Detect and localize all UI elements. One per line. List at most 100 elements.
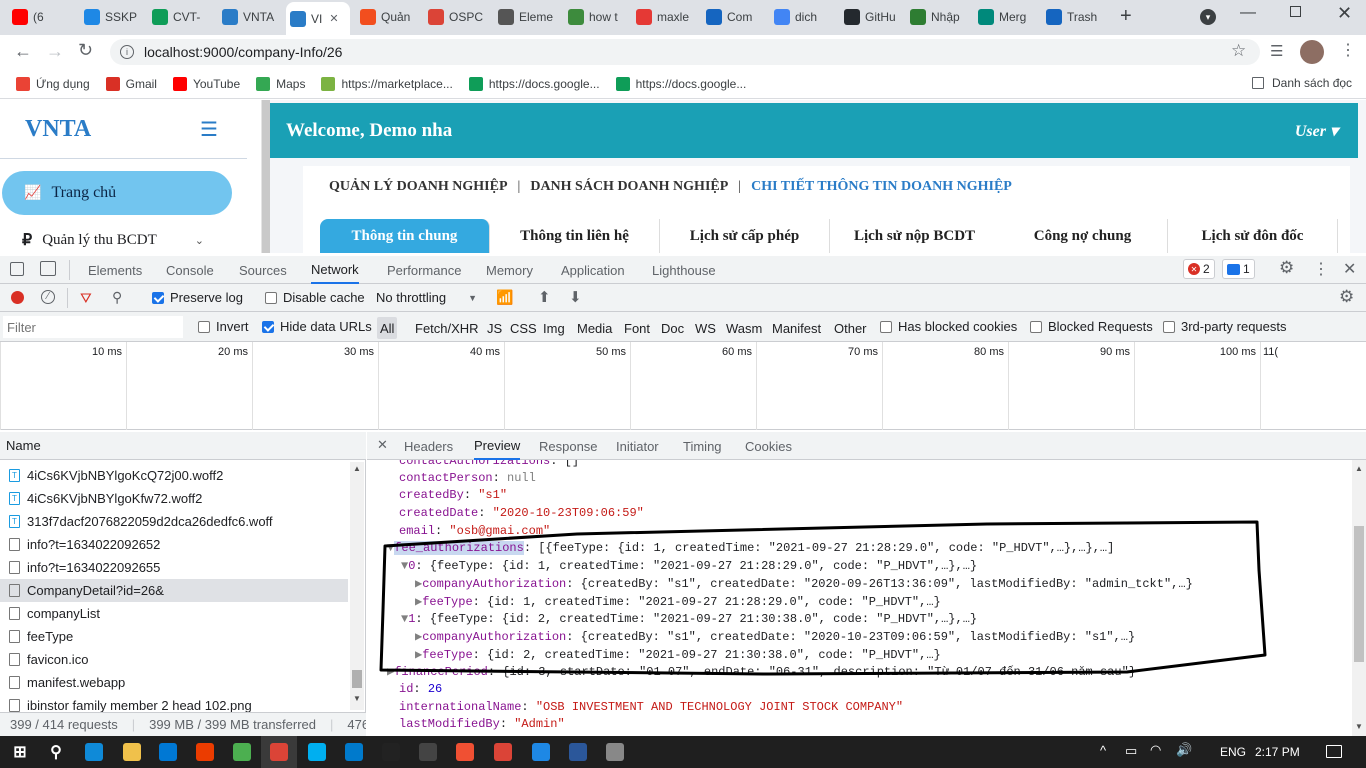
network-tray-icon[interactable]: ▭ xyxy=(1125,743,1137,759)
bookmark-item[interactable]: https://docs.google... xyxy=(461,70,608,98)
chrome-icon[interactable] xyxy=(261,736,297,768)
scroll-up-arrow-icon[interactable]: ▲ xyxy=(1355,464,1363,473)
detail-tab-timing[interactable]: Timing xyxy=(683,432,722,460)
type-filter[interactable]: All xyxy=(377,317,398,339)
scroll-down-arrow-icon[interactable]: ▼ xyxy=(353,694,361,703)
request-row[interactable]: favicon.ico xyxy=(0,648,348,671)
browser-tab[interactable]: GitHu xyxy=(840,6,900,28)
volume-tray-icon[interactable]: 🔊 xyxy=(1176,742,1192,758)
forward-icon[interactable]: → xyxy=(46,41,64,62)
maximize-button[interactable] xyxy=(1290,6,1301,17)
type-filter[interactable]: Wasm xyxy=(723,317,765,339)
address-bar[interactable]: i localhost:9000/company-Info/26 xyxy=(110,39,1260,65)
type-filter[interactable]: Doc xyxy=(658,317,687,339)
bookmark-item[interactable]: YouTube xyxy=(165,70,248,98)
cmd-icon[interactable] xyxy=(410,736,446,768)
has-blocked-cookies-checkbox[interactable]: Has blocked cookies xyxy=(880,319,1017,334)
search-icon[interactable]: ⚲ xyxy=(38,736,74,768)
browser-tab[interactable]: Com xyxy=(702,6,764,28)
devtools-tab-console[interactable]: Console xyxy=(166,256,214,284)
windows-start-icon[interactable]: ⊞ xyxy=(2,736,38,768)
request-row[interactable]: CompanyDetail?id=26& xyxy=(0,579,348,602)
bookmark-star-icon[interactable]: ☆ xyxy=(1231,41,1246,61)
bookmark-item[interactable]: Gmail xyxy=(98,70,165,98)
scroll-down-arrow-icon[interactable]: ▼ xyxy=(1355,722,1363,731)
skype-icon[interactable] xyxy=(299,736,335,768)
git-icon[interactable] xyxy=(447,736,483,768)
inspect-element-icon[interactable] xyxy=(10,262,24,276)
word-icon[interactable] xyxy=(560,736,596,768)
request-row[interactable]: manifest.webapp xyxy=(0,671,348,694)
devtools-tab-elements[interactable]: Elements xyxy=(88,256,142,284)
request-row[interactable]: feeType xyxy=(0,625,348,648)
devtools-tab-lighthouse[interactable]: Lighthouse xyxy=(652,256,716,284)
bookmark-item[interactable]: https://marketplace... xyxy=(313,70,460,98)
wifi-tray-icon[interactable]: ◠ xyxy=(1150,742,1161,758)
close-window-button[interactable]: ✕ xyxy=(1337,3,1352,24)
browser-tab[interactable]: SSKP xyxy=(80,6,142,28)
avatar[interactable] xyxy=(1300,40,1324,64)
detail-tab-headers[interactable]: Headers xyxy=(404,432,453,460)
detail-tab-cookies[interactable]: Cookies xyxy=(745,432,792,460)
throttling-select[interactable]: No throttling ▼ xyxy=(376,290,477,305)
network-conditions-icon[interactable]: 📶 xyxy=(496,289,513,306)
import-har-icon[interactable]: ⬆ xyxy=(538,288,551,306)
type-filter[interactable]: Manifest xyxy=(769,317,824,339)
devtools-tab-sources[interactable]: Sources xyxy=(239,256,287,284)
devtools-menu-icon[interactable]: ⋮ xyxy=(1313,259,1329,279)
hamburger-icon[interactable]: ☰ xyxy=(200,117,218,142)
close-tab-icon[interactable]: ✕ xyxy=(329,12,338,25)
filter-funnel-icon[interactable]: ⛛ xyxy=(80,290,92,307)
type-filter[interactable]: Fetch/XHR xyxy=(412,317,482,339)
vscode-icon[interactable] xyxy=(336,736,372,768)
disable-cache-checkbox[interactable]: Disable cache xyxy=(265,290,365,305)
network-settings-gear-icon[interactable]: ⚙ xyxy=(1339,287,1354,307)
reload-icon[interactable]: ↻ xyxy=(78,40,93,61)
type-filter[interactable]: CSS xyxy=(507,317,540,339)
info-icon[interactable]: i xyxy=(120,45,134,59)
minimize-button[interactable]: — xyxy=(1240,4,1256,22)
detail-tab-response[interactable]: Response xyxy=(539,432,598,460)
type-filter[interactable]: Other xyxy=(831,317,870,339)
menu-icon[interactable]: ⋮ xyxy=(1340,40,1356,60)
browser-tab[interactable]: dich xyxy=(770,6,834,28)
browser-tab[interactable]: VNTA xyxy=(218,6,280,28)
new-tab-button[interactable]: + xyxy=(1120,5,1132,28)
browser-tab[interactable]: Nhập xyxy=(906,6,968,28)
browser-tab[interactable]: VI ✕ xyxy=(286,2,350,35)
office-icon[interactable] xyxy=(187,736,223,768)
tray-chevron-icon[interactable]: ^ xyxy=(1100,743,1106,758)
detail-tab-initiator[interactable]: Initiator xyxy=(616,432,659,460)
blocked-requests-checkbox[interactable]: Blocked Requests xyxy=(1030,319,1153,334)
network-app-icon[interactable] xyxy=(597,736,633,768)
export-har-icon[interactable]: ⬇ xyxy=(569,288,582,306)
bookmark-item[interactable]: https://docs.google... xyxy=(608,70,755,98)
type-filter[interactable]: Media xyxy=(574,317,615,339)
json-preview[interactable]: contactAuthorizations: [] contactPerson:… xyxy=(367,460,1352,736)
browser-tab[interactable]: Eleme xyxy=(494,6,558,28)
remote-icon[interactable] xyxy=(523,736,559,768)
bookmark-item[interactable]: Ứng dụng xyxy=(8,70,98,98)
search-icon[interactable]: ⚲ xyxy=(112,289,122,306)
type-filter[interactable]: JS xyxy=(484,317,505,339)
page-tab[interactable]: Thông tin chung xyxy=(320,219,490,253)
breadcrumb-item-company-list[interactable]: DANH SÁCH DOANH NGHIỆP xyxy=(530,179,728,195)
notification-icon[interactable] xyxy=(1326,745,1342,758)
message-badge[interactable]: 1 xyxy=(1222,259,1255,279)
request-row[interactable]: T 4iCs6KVjbNBYlgoKcQ72j00.woff2 xyxy=(0,464,348,487)
page-tab[interactable]: Công nợ chung xyxy=(998,219,1168,253)
request-row[interactable]: info?t=1634022092655 xyxy=(0,556,348,579)
hide-data-urls-checkbox[interactable]: Hide data URLs xyxy=(262,319,372,334)
devtools-tab-performance[interactable]: Performance xyxy=(387,256,461,284)
devtools-tab-memory[interactable]: Memory xyxy=(486,256,533,284)
request-row[interactable]: companyList xyxy=(0,602,348,625)
error-badge[interactable]: ✕ 2 xyxy=(1183,259,1215,279)
terminal-icon[interactable] xyxy=(224,736,260,768)
detail-tab-preview[interactable]: Preview xyxy=(474,432,521,460)
page-tab[interactable]: Lịch sử đôn đốc xyxy=(1168,219,1338,253)
requests-scrollbar[interactable]: ▲ ▼ xyxy=(350,462,364,710)
scroll-thumb[interactable] xyxy=(1354,526,1364,662)
clear-icon[interactable]: ⁄ xyxy=(41,290,55,304)
record-icon[interactable] xyxy=(11,291,24,304)
type-filter[interactable]: Font xyxy=(621,317,653,339)
